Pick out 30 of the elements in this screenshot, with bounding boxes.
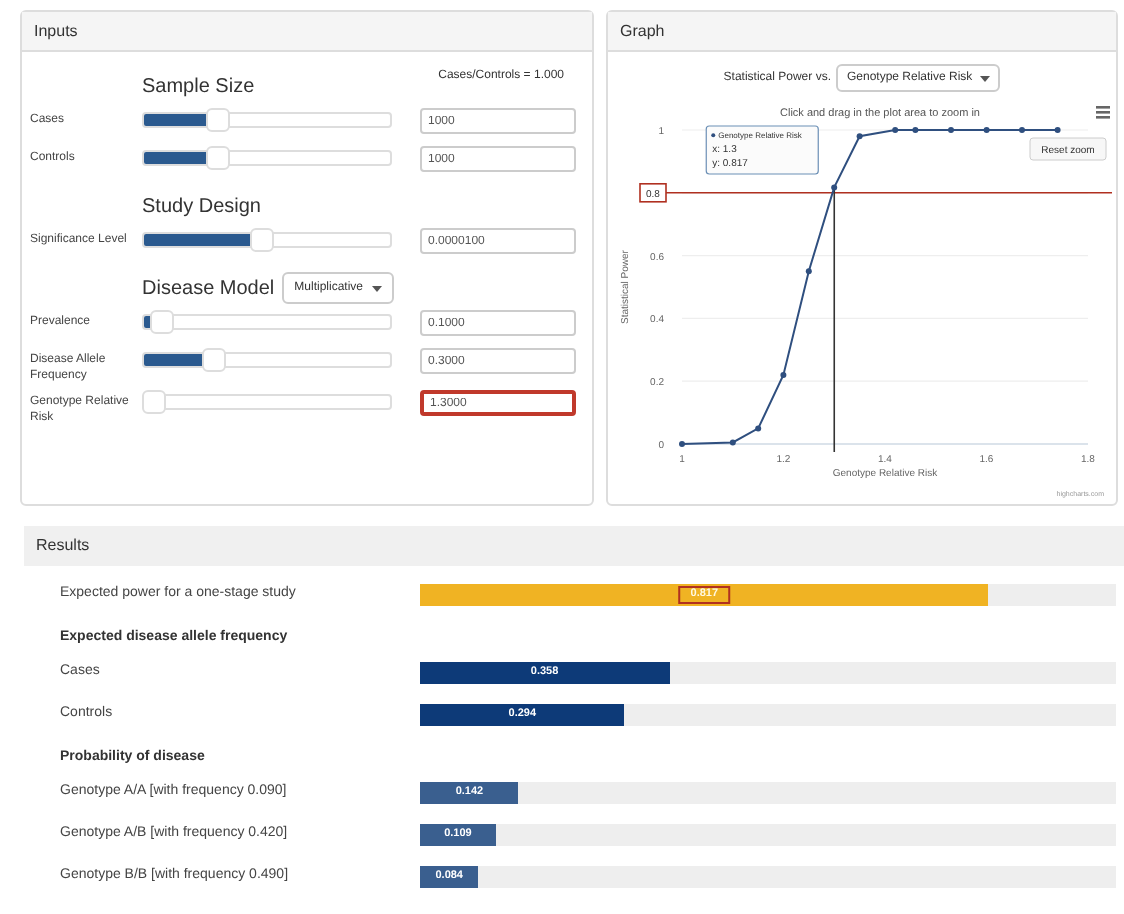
data-point[interactable] bbox=[805, 268, 812, 275]
slider-handle[interactable] bbox=[206, 108, 231, 132]
section-heading: Sample Size bbox=[142, 73, 255, 101]
data-point[interactable] bbox=[892, 127, 899, 133]
section-heading: Study Design bbox=[142, 193, 261, 221]
data-point[interactable] bbox=[1054, 127, 1061, 133]
slider-handle[interactable] bbox=[142, 390, 167, 414]
data-point[interactable] bbox=[948, 127, 954, 133]
panel-title: Inputs bbox=[34, 19, 78, 43]
tooltip bbox=[705, 125, 819, 175]
data-point[interactable] bbox=[679, 441, 685, 447]
data-point[interactable] bbox=[856, 133, 863, 140]
slider-handle[interactable] bbox=[149, 310, 174, 334]
data-point[interactable] bbox=[755, 425, 762, 432]
data-point[interactable] bbox=[831, 184, 838, 191]
caret-icon bbox=[371, 285, 382, 291]
data-point[interactable] bbox=[780, 372, 787, 378]
slider-handle[interactable] bbox=[206, 146, 231, 170]
section-heading: Disease Model bbox=[142, 275, 275, 303]
caret-icon bbox=[980, 75, 991, 81]
slider-handle[interactable] bbox=[250, 228, 275, 252]
slider-handle[interactable] bbox=[201, 348, 226, 372]
legend-dot-icon bbox=[711, 133, 716, 138]
panel-title: Graph bbox=[620, 19, 665, 43]
data-point[interactable] bbox=[983, 127, 990, 133]
data-point[interactable] bbox=[729, 439, 736, 446]
panel-title: Results bbox=[36, 534, 90, 558]
menu-icon[interactable] bbox=[1096, 106, 1110, 119]
data-point[interactable] bbox=[912, 127, 919, 133]
data-point[interactable] bbox=[1019, 127, 1025, 133]
